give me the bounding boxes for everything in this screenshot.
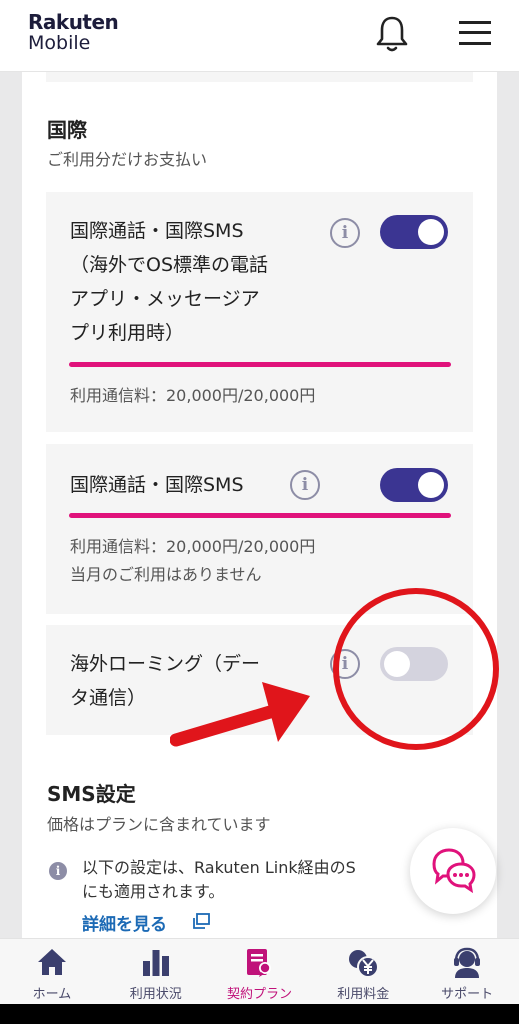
sms-section-subtitle: 価格はプランに含まれています xyxy=(47,815,271,834)
info-icon[interactable]: i xyxy=(330,218,360,248)
bar-chart-icon xyxy=(142,950,169,976)
details-link[interactable]: 詳細を見る xyxy=(82,910,167,935)
tab-support[interactable]: サポート xyxy=(415,939,519,1005)
hamburger-menu-icon[interactable] xyxy=(455,16,495,50)
tab-home[interactable]: ホーム xyxy=(0,939,104,1005)
usage-note: 当月のご利用はありません xyxy=(70,565,262,584)
bell-icon[interactable] xyxy=(374,14,410,54)
info-icon[interactable]: i xyxy=(290,470,320,500)
chat-bubbles-icon xyxy=(432,848,476,894)
option-card-intl-os: 国際通話・国際SMS （海外でOS標準の電話 アプリ・メッセージア プリ利用時）… xyxy=(46,192,473,432)
rakuten-mobile-logo[interactable]: Rakuten Mobile xyxy=(28,12,119,53)
sms-section-title: SMS設定 xyxy=(47,782,136,806)
plan-settings-page: 国際 ご利用分だけお支払い 国際通話・国際SMS （海外でOS標準の電話 アプリ… xyxy=(22,72,497,938)
usage-text: 利用通信料：20,000円/20,000円 xyxy=(70,537,316,556)
international-section-title: 国際 xyxy=(47,118,87,142)
previous-card-edge xyxy=(46,72,473,82)
intl-sms-toggle[interactable] xyxy=(380,468,448,502)
contract-icon xyxy=(247,949,272,977)
usage-text: 利用通信料：20,000円/20,000円 xyxy=(70,386,316,405)
external-link-icon xyxy=(193,913,210,929)
tab-charges[interactable]: 利用料金 xyxy=(311,939,415,1005)
chat-button[interactable] xyxy=(410,828,496,914)
sms-note: 以下の設定は、Rakuten Link経由のS にも適用されます。 xyxy=(82,858,356,901)
intl-os-toggle[interactable] xyxy=(380,215,448,249)
international-section-subtitle: ご利用分だけお支払い xyxy=(47,150,208,169)
system-navigation-bar xyxy=(0,1004,519,1024)
app-header: Rakuten Mobile xyxy=(0,0,519,72)
tab-usage[interactable]: 利用状況 xyxy=(104,939,208,1005)
tab-contract-plan[interactable]: 契約プラン xyxy=(208,939,312,1005)
annotation-circle xyxy=(333,588,499,750)
home-icon xyxy=(37,949,66,975)
option-label: 国際通話・国際SMS （海外でOS標準の電話 アプリ・メッセージア プリ利用時） xyxy=(70,220,269,344)
support-icon xyxy=(454,947,481,978)
yen-coin-icon xyxy=(349,950,380,978)
usage-progress-bar xyxy=(69,513,451,518)
info-icon: i xyxy=(49,862,67,880)
usage-progress-bar xyxy=(69,362,451,367)
annotation-arrow xyxy=(170,682,310,747)
bottom-tab-bar: ホーム 利用状況 契約プラン 利用料金 サポート xyxy=(0,938,519,1004)
option-label: 国際通話・国際SMS xyxy=(70,474,244,496)
